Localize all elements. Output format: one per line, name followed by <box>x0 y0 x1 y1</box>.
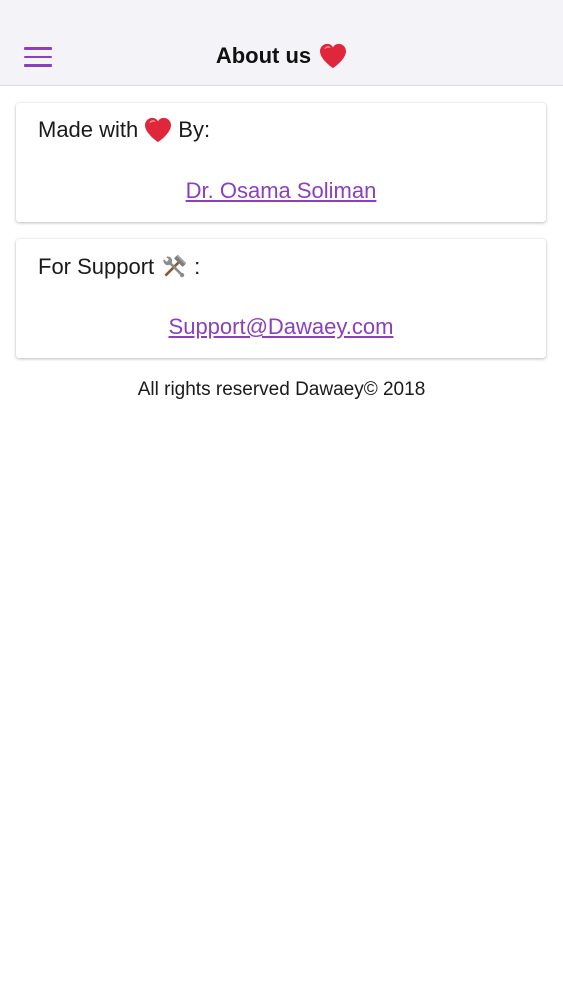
author-link[interactable]: Dr. Osama Soliman <box>16 178 546 204</box>
support-card: For Support : Support@Dawaey.com <box>16 239 546 358</box>
heart-icon <box>320 43 347 69</box>
copyright-text: All rights reserved Dawaey© 2018 <box>137 379 426 400</box>
support-email-link[interactable]: Support@Dawaey.com <box>16 314 546 340</box>
made-by-heading: Made with By: <box>38 117 210 143</box>
made-by-text: Made with <box>38 117 139 142</box>
support-heading: For Support : <box>38 253 200 281</box>
made-by-suffix: By: <box>178 117 211 142</box>
heart-icon <box>145 117 172 143</box>
status-bar <box>0 0 563 26</box>
app-header: About us <box>0 26 563 86</box>
made-by-card: Made with By: Dr. Osama Soliman <box>16 103 546 222</box>
support-text: For Support <box>38 254 155 279</box>
support-suffix: : <box>194 254 201 279</box>
hammer-wrench-icon <box>163 254 187 278</box>
page-title-text: About us <box>215 43 312 68</box>
page-title: About us <box>0 26 563 86</box>
